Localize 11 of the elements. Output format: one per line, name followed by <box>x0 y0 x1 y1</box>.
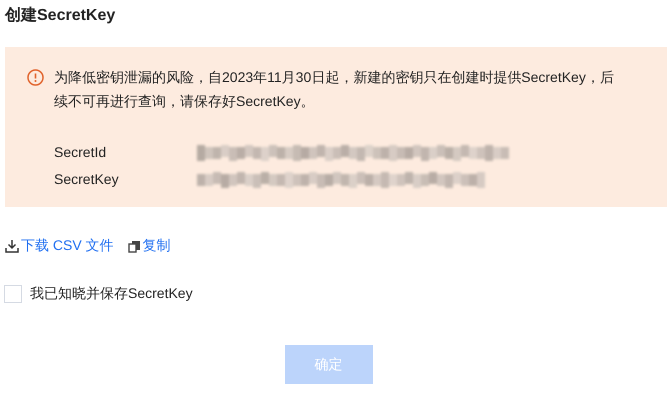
field-label: SecretId <box>54 143 108 162</box>
field-label: SecretKey <box>54 170 120 189</box>
copy-link[interactable]: 复制 <box>128 237 171 255</box>
download-icon <box>5 239 19 253</box>
copy-icon <box>128 240 141 252</box>
dialog-title: 创建SecretKey <box>5 6 116 26</box>
download-link[interactable]: 下载 CSV 文件 <box>5 237 114 255</box>
checkbox-label: 我已知晓并保存SecretKey <box>30 285 193 303</box>
checkbox[interactable] <box>4 285 22 303</box>
warning-icon <box>27 69 44 86</box>
warning-message: 为降低密钥泄漏的风险，自2023年11月30日起，新建的密钥只在创建时提供SecretKey，后续不可再进行查询，请保存好SecretKey。 <box>54 68 615 111</box>
